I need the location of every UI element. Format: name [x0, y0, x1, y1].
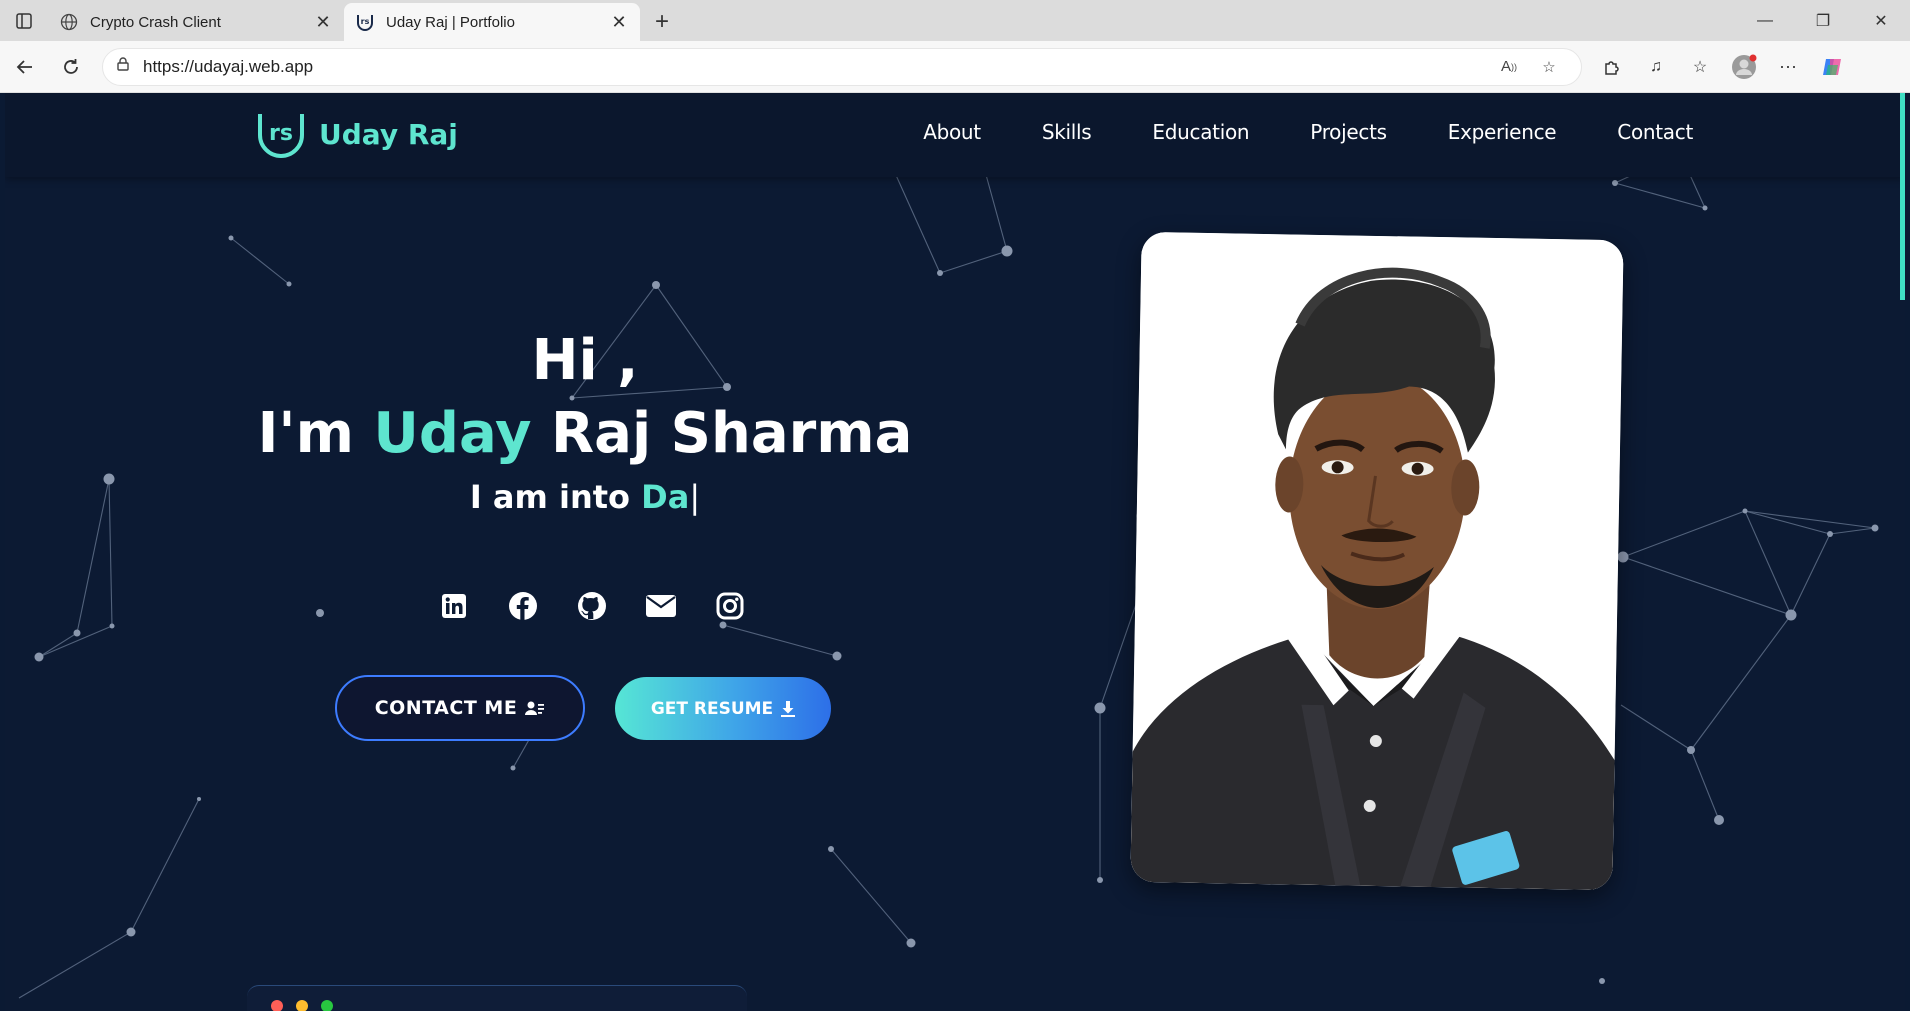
portrait-illustration: [1130, 231, 1624, 891]
lock-icon[interactable]: [115, 56, 131, 77]
dot-green-icon: [321, 1000, 333, 1011]
contact-card-icon: [525, 701, 545, 715]
svg-text:rs: rs: [361, 17, 370, 26]
portfolio-page: rs Uday Raj About Skills Education Proje…: [5, 93, 1905, 1011]
tab-title: Uday Raj | Portfolio: [386, 13, 515, 31]
nav-experience[interactable]: Experience: [1448, 120, 1557, 144]
profile-avatar-icon[interactable]: [1722, 47, 1766, 87]
browser-tab-bar: Crypto Crash Client ✕ rs Uday Raj | Port…: [0, 0, 1910, 41]
more-menu-icon[interactable]: ···: [1766, 47, 1810, 87]
browser-toolbar: https://udayaj.web.app A)) ☆ ♫ ☆ ···: [0, 41, 1910, 93]
typing-cursor: |: [689, 478, 701, 516]
close-tab-icon[interactable]: ✕: [312, 11, 334, 33]
svg-text:rs: rs: [269, 121, 293, 146]
name-rest: Raj Sharma: [531, 401, 913, 466]
social-links: [430, 582, 775, 630]
favorites-icon[interactable]: ☆: [1678, 47, 1722, 87]
new-tab-icon[interactable]: +: [640, 3, 684, 41]
hero-greeting: Hi ,: [531, 328, 639, 393]
typing-prefix: I am into: [469, 478, 642, 516]
nav-education[interactable]: Education: [1152, 120, 1249, 144]
close-tab-icon[interactable]: ✕: [608, 11, 630, 33]
extensions-icon[interactable]: [1590, 47, 1634, 87]
dot-yellow-icon: [296, 1000, 308, 1011]
read-aloud-icon[interactable]: A)): [1489, 58, 1529, 75]
globe-icon: [58, 11, 80, 33]
instagram-icon[interactable]: [706, 582, 754, 630]
get-resume-button[interactable]: GET RESUME: [615, 677, 831, 740]
terminal-card: [247, 985, 747, 1011]
tab-actions-icon[interactable]: [0, 0, 48, 41]
nav-about[interactable]: About: [923, 120, 981, 144]
logo-mark-icon: rs: [258, 114, 304, 158]
page-scrollbar[interactable]: [1900, 93, 1905, 300]
dot-red-icon: [271, 1000, 283, 1011]
site-navbar: rs Uday Raj About Skills Education Proje…: [5, 93, 1905, 177]
nav-projects[interactable]: Projects: [1310, 120, 1387, 144]
browser-tab[interactable]: Crypto Crash Client ✕: [48, 3, 344, 41]
main-nav: About Skills Education Projects Experien…: [862, 120, 1693, 144]
close-icon[interactable]: ✕: [1852, 0, 1910, 41]
hero-intro: Hi , I'm Uday Raj Sharma I am into Da|: [235, 328, 935, 516]
profile-photo: [1130, 231, 1624, 891]
nav-contact[interactable]: Contact: [1617, 120, 1693, 144]
browser-tab-active[interactable]: rs Uday Raj | Portfolio ✕: [344, 3, 640, 41]
contact-me-button[interactable]: CONTACT ME: [335, 675, 585, 741]
hero-name: I'm Uday Raj Sharma: [235, 394, 935, 474]
site-logo[interactable]: rs Uday Raj: [255, 109, 458, 159]
copilot-icon[interactable]: [1810, 47, 1854, 87]
site-logo-icon: rs: [354, 11, 376, 33]
window-controls: — ❐ ✕: [1736, 0, 1910, 41]
hero-typing-line: I am into Da|: [235, 478, 935, 516]
address-bar[interactable]: https://udayaj.web.app A)) ☆: [102, 47, 1582, 86]
name-accent: Uday: [373, 401, 532, 466]
linkedin-icon[interactable]: [430, 582, 478, 630]
email-icon[interactable]: [637, 582, 685, 630]
github-icon[interactable]: [568, 582, 616, 630]
window-dots: [271, 1000, 346, 1011]
restore-icon[interactable]: ❐: [1794, 0, 1852, 41]
facebook-icon[interactable]: [499, 582, 547, 630]
download-icon: [781, 700, 796, 717]
nav-skills[interactable]: Skills: [1042, 120, 1092, 144]
favorite-star-icon[interactable]: ☆: [1529, 58, 1569, 76]
resume-button-label: GET RESUME: [650, 698, 774, 719]
media-icon[interactable]: ♫: [1634, 47, 1678, 87]
particle-network-background: [18, 152, 1879, 999]
minimize-icon[interactable]: —: [1736, 0, 1794, 41]
tab-title: Crypto Crash Client: [90, 13, 221, 31]
name-prefix: I'm: [257, 401, 374, 466]
back-icon[interactable]: [2, 47, 48, 87]
refresh-icon[interactable]: [48, 47, 94, 87]
typing-text: Da: [641, 478, 690, 516]
contact-button-label: CONTACT ME: [374, 697, 518, 719]
site-brand: Uday Raj: [319, 117, 458, 151]
url-text[interactable]: https://udayaj.web.app: [143, 57, 1489, 77]
